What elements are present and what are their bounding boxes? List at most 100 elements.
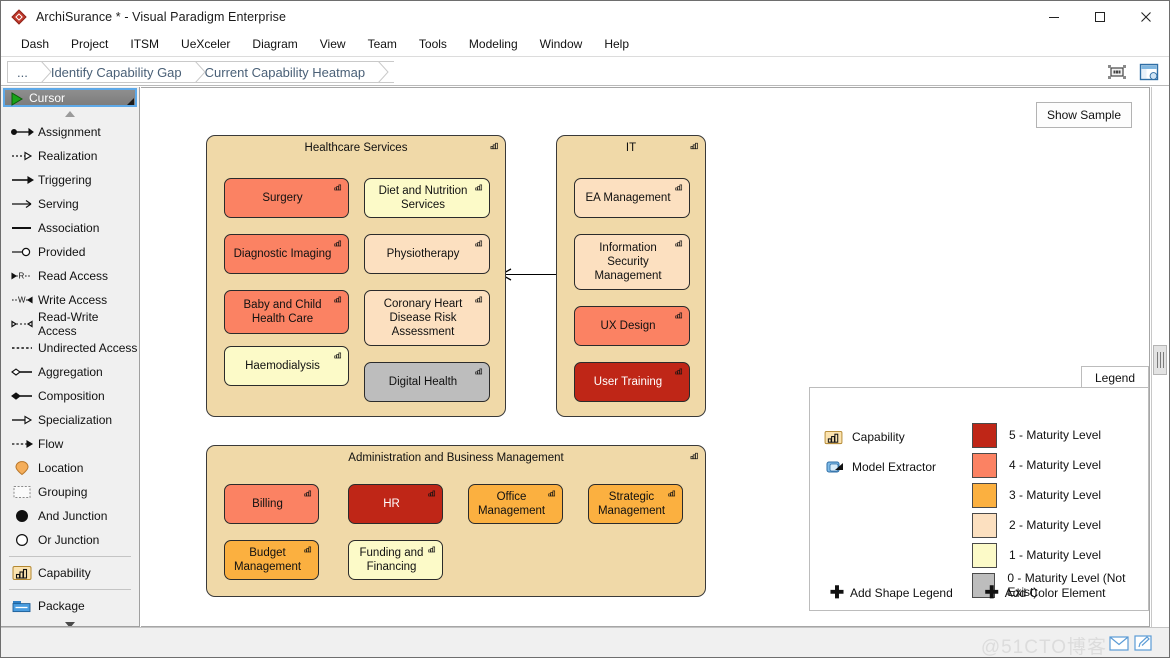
palette-item-assignment[interactable]: Assignment	[1, 120, 139, 144]
capability-hr[interactable]: HR	[348, 484, 443, 524]
maximize-button[interactable]	[1077, 1, 1123, 32]
capability-icon	[488, 140, 501, 154]
legend-shape-list: Capability Model Extractor	[824, 422, 936, 482]
legend-tab[interactable]: Legend	[1081, 366, 1149, 388]
palette-item-undirected-access[interactable]: Undirected Access	[1, 336, 139, 360]
palette-item-flow[interactable]: Flow	[1, 432, 139, 456]
capability-group-healthcare-services[interactable]: Healthcare Services Surgery Diet and Nutri…	[206, 135, 506, 417]
capability-label: Funding and Financing	[359, 547, 424, 573]
breadcrumb-item-2[interactable]: Current Capability Heatmap	[194, 61, 389, 83]
menu-item-project[interactable]: Project	[60, 34, 119, 54]
capability-funding-and-financing[interactable]: Funding and Financing	[348, 540, 443, 580]
palette-item-read-write-access[interactable]: Read-Write Access	[1, 310, 139, 338]
legend-color-row[interactable]: 5 - Maturity Level	[972, 420, 1148, 450]
mail-icon	[1109, 635, 1129, 657]
serving-relation-icon	[9, 194, 35, 214]
capability-icon	[688, 450, 701, 464]
palette-item-capability[interactable]: Capability	[1, 561, 139, 585]
legend-shape-row[interactable]: Model Extractor	[824, 452, 936, 482]
palette-item-label: Grouping	[38, 485, 88, 499]
capability-digital-health[interactable]: Digital Health	[364, 362, 490, 402]
menu-item-diagram[interactable]: Diagram	[241, 34, 308, 54]
palette-item-label: Composition	[38, 389, 105, 403]
menu-item-tools[interactable]: Tools	[408, 34, 458, 54]
legend-color-row[interactable]: 1 - Maturity Level	[972, 540, 1148, 570]
palette-header-label: Cursor	[29, 90, 66, 105]
palette-item-location[interactable]: Location	[1, 456, 139, 480]
capability-strategic-management[interactable]: Strategic Management	[588, 484, 683, 524]
palette-item-grouping[interactable]: Grouping	[1, 480, 139, 504]
diagram-canvas[interactable]: Show Sample Healthcare Services Surgery Di…	[141, 87, 1150, 627]
palette-item-realization[interactable]: Realization	[1, 144, 139, 168]
open-specification-icon[interactable]	[1137, 61, 1161, 83]
capability-billing[interactable]: Billing	[224, 484, 319, 524]
palette-item-and-junction[interactable]: And Junction	[1, 504, 139, 528]
vertical-splitter-handle[interactable]	[1153, 345, 1167, 375]
connector-it-to-healthcare[interactable]	[506, 274, 556, 275]
palette-item-serving[interactable]: Serving	[1, 192, 139, 216]
legend-color-row[interactable]: 2 - Maturity Level	[972, 510, 1148, 540]
capability-diagnostic-imaging[interactable]: Diagnostic Imaging	[224, 234, 349, 274]
capability-information-security-management[interactable]: Information Security Management	[574, 234, 690, 290]
menu-bar: Dash Project ITSM UeXceler Diagram View Team To…	[1, 32, 1169, 56]
capability-group-it[interactable]: IT EA Management Information Security Mana…	[556, 135, 706, 417]
legend-shape-row[interactable]: Capability	[824, 422, 936, 452]
capability-icon	[673, 310, 685, 324]
capability-office-management[interactable]: Office Management	[468, 484, 563, 524]
breadcrumb-item-0[interactable]: ...	[7, 61, 52, 83]
menu-item-help[interactable]: Help	[593, 34, 640, 54]
breadcrumb-item-1[interactable]: Identify Capability Gap	[40, 61, 206, 83]
capability-group-administration-and-business-management[interactable]: Administration and Business Management Bi…	[206, 445, 706, 597]
close-button[interactable]	[1123, 1, 1169, 32]
palette-item-label: Or Junction	[38, 533, 100, 547]
status-bar: @51CTO博客	[1, 627, 1169, 658]
legend-color-row[interactable]: 4 - Maturity Level	[972, 450, 1148, 480]
menu-item-itsm[interactable]: ITSM	[119, 34, 170, 54]
palette-item-provided[interactable]: Provided	[1, 240, 139, 264]
menu-item-modeling[interactable]: Modeling	[458, 34, 529, 54]
legend-color-row[interactable]: 3 - Maturity Level	[972, 480, 1148, 510]
palette-item-label: Aggregation	[38, 365, 103, 379]
menu-item-dash[interactable]: Dash	[10, 34, 60, 54]
menu-item-view[interactable]: View	[309, 34, 357, 54]
triggering-relation-icon	[9, 170, 35, 190]
assignment-relation-icon	[9, 122, 35, 142]
capability-surgery[interactable]: Surgery	[224, 178, 349, 218]
palette-item-package[interactable]: Package	[1, 594, 139, 618]
minimize-button[interactable]	[1031, 1, 1077, 32]
capability-haemodialysis[interactable]: Haemodialysis	[224, 346, 349, 386]
group-title: Administration and Business Management	[348, 452, 564, 464]
capability-diet-and-nutrition-services[interactable]: Diet and Nutrition Services	[364, 178, 490, 218]
palette-item-or-junction[interactable]: Or Junction	[1, 528, 139, 552]
show-sample-button[interactable]: Show Sample	[1035, 102, 1132, 128]
capability-ea-management[interactable]: EA Management	[574, 178, 690, 218]
palette-item-composition[interactable]: Composition	[1, 384, 139, 408]
group-title: IT	[625, 142, 637, 154]
add-shape-legend-button[interactable]: ✚ Add Shape Legend	[824, 584, 953, 601]
capability-budget-management[interactable]: Budget Management	[224, 540, 319, 580]
capability-icon	[473, 366, 485, 380]
palette-scroll-down[interactable]	[1, 618, 139, 626]
menu-item-uexceler[interactable]: UeXceler	[170, 34, 241, 54]
palette-expand-corner-icon[interactable]	[127, 98, 134, 105]
palette-item-association[interactable]: Association	[1, 216, 139, 240]
flow-relation-icon	[9, 434, 35, 454]
palette-item-write-access[interactable]: W Write Access	[1, 288, 139, 312]
capability-baby-and-child-health-care[interactable]: Baby and Child Health Care	[224, 290, 349, 334]
capability-ux-design[interactable]: UX Design	[574, 306, 690, 346]
palette-item-triggering[interactable]: Triggering	[1, 168, 139, 192]
palette-item-read-access[interactable]: R Read Access	[1, 264, 139, 288]
capability-physiotherapy[interactable]: Physiotherapy	[364, 234, 490, 274]
fit-selection-icon[interactable]	[1105, 61, 1129, 83]
capability-user-training[interactable]: User Training	[574, 362, 690, 402]
composition-relation-icon	[9, 386, 35, 406]
palette-item-specialization[interactable]: Specialization	[1, 408, 139, 432]
capability-coronary-heart-disease-risk-assessment[interactable]: Coronary Heart Disease Risk Assessment	[364, 290, 490, 346]
palette-item-cursor[interactable]: Cursor	[3, 88, 137, 107]
capability-label: EA Management	[585, 192, 671, 204]
menu-item-team[interactable]: Team	[357, 34, 408, 54]
add-color-element-button[interactable]: ✚ Add Color Element	[979, 584, 1106, 601]
menu-item-window[interactable]: Window	[529, 34, 594, 54]
palette-item-aggregation[interactable]: Aggregation	[1, 360, 139, 384]
legend-body: Capability Model Extractor 5 - Maturity L…	[809, 387, 1149, 611]
